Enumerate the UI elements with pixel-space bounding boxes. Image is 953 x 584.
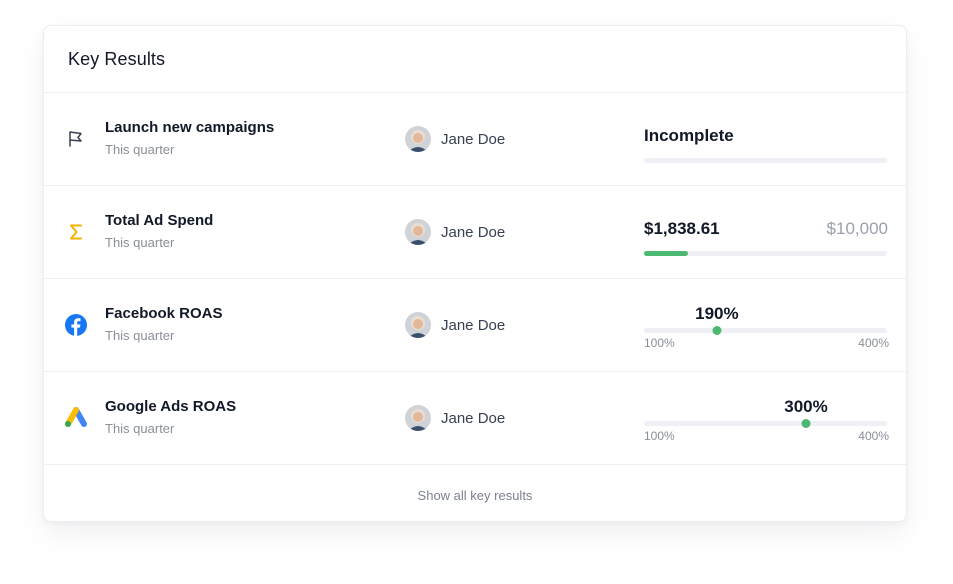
key-result-row[interactable]: Launch new campaigns This quarter Jane D… (44, 93, 906, 186)
avatar (405, 126, 431, 152)
status-metric: Incomplete (644, 93, 887, 185)
key-result-period: This quarter (105, 235, 175, 250)
key-result-title[interactable]: Facebook ROAS (105, 305, 223, 322)
range-track (644, 419, 887, 428)
key-result-title[interactable]: Launch new campaigns (105, 119, 274, 136)
google-ads-icon (64, 406, 88, 430)
value-label: 190% (695, 304, 739, 323)
key-result-period: This quarter (105, 421, 175, 436)
key-result-period: This quarter (105, 142, 175, 157)
owner-name: Jane Doe (441, 130, 506, 148)
status-label: Incomplete (644, 126, 734, 145)
range-metric: 190% 100% 400% (644, 279, 889, 371)
sigma-icon (64, 220, 88, 244)
value-label: 300% (784, 397, 828, 416)
range-track (644, 326, 887, 335)
value-marker (712, 326, 722, 335)
range-min-label: 100% (644, 429, 675, 443)
key-result-row[interactable]: Total Ad Spend This quarter Jane Doe $1,… (44, 186, 906, 279)
key-results-card: Key Results Launch new campaigns This qu… (43, 25, 907, 522)
card-header: Key Results (44, 26, 906, 93)
progress-fill (644, 251, 688, 256)
card-title: Key Results (68, 48, 166, 69)
owner[interactable]: Jane Doe (405, 126, 505, 152)
owner-name: Jane Doe (441, 316, 506, 334)
range-max-label: 400% (858, 336, 889, 350)
owner[interactable]: Jane Doe (405, 405, 505, 431)
facebook-icon (64, 313, 88, 337)
flag-icon (64, 127, 88, 151)
value-marker (801, 419, 811, 428)
card-footer: Show all key results (44, 465, 906, 526)
avatar (405, 219, 431, 245)
key-result-period: This quarter (105, 328, 175, 343)
key-result-row[interactable]: Facebook ROAS This quarter Jane Doe 190%… (44, 279, 906, 372)
money-metric: $1,838.61 $10,000 (644, 186, 888, 278)
progress-track (644, 158, 887, 163)
key-result-row[interactable]: Google Ads ROAS This quarter Jane Doe 30… (44, 372, 906, 465)
key-result-title[interactable]: Google Ads ROAS (105, 398, 236, 415)
owner-name: Jane Doe (441, 409, 506, 427)
target-value: $10,000 (826, 219, 888, 238)
avatar (405, 312, 431, 338)
progress-track (644, 251, 887, 256)
owner-name: Jane Doe (441, 223, 506, 241)
key-result-title[interactable]: Total Ad Spend (105, 212, 213, 229)
range-min-label: 100% (644, 336, 675, 350)
owner[interactable]: Jane Doe (405, 219, 505, 245)
range-metric: 300% 100% 400% (644, 372, 889, 464)
owner[interactable]: Jane Doe (405, 312, 505, 338)
range-max-label: 400% (858, 429, 889, 443)
avatar (405, 405, 431, 431)
current-value: $1,838.61 (644, 219, 720, 238)
show-all-key-results-link[interactable]: Show all key results (418, 488, 533, 503)
